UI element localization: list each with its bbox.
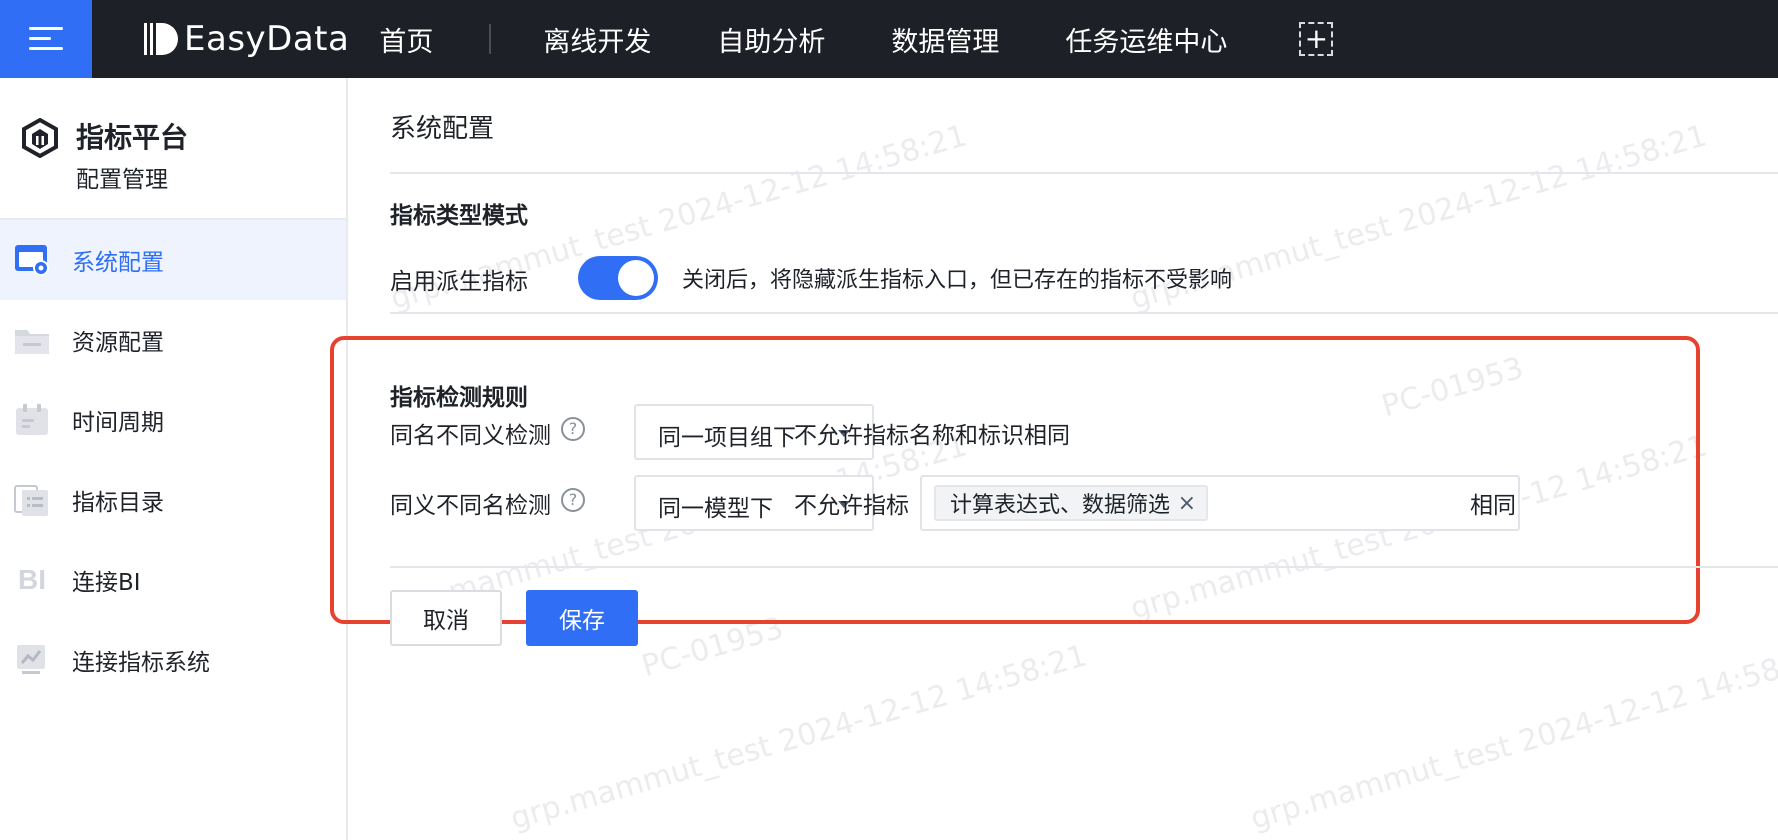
divider [390, 172, 1778, 174]
top-nav-bar: EasyData 首页 离线开发 自助分析 数据管理 任务运维中心 + [0, 0, 1778, 78]
sidebar-subtitle: 配置管理 [76, 167, 168, 193]
nav-divider [489, 24, 492, 54]
selected-tag: 计算表达式、数据筛选 × [934, 485, 1209, 521]
main-nav: 首页 离线开发 自助分析 数据管理 任务运维中心 + [379, 20, 1334, 59]
nav-data-management[interactable]: 数据管理 [891, 20, 999, 59]
help-circle-icon[interactable]: ? [561, 488, 585, 512]
select-value: 同一项目组下 [658, 425, 796, 451]
chart-board-icon [12, 641, 52, 679]
page-title: 系统配置 [390, 114, 495, 144]
easydata-logo-icon [144, 23, 178, 55]
cancel-button[interactable]: 取消 [390, 590, 502, 646]
bi-icon: BI [18, 564, 46, 595]
add-tab-icon[interactable]: + [1299, 22, 1334, 56]
derived-metric-toggle[interactable] [578, 256, 658, 300]
menu-icon [29, 27, 63, 51]
main-content: 系统配置 指标类型模式 启用派生指标 关闭后，将隐藏派生指标入口，但已存在的指标… [330, 78, 1778, 840]
same-meaning-detection-label: 同义不同名检测 [390, 493, 551, 519]
sidebar: 指标平台 配置管理 系统配置 资源配置 时间周期 指标目录 BI 连接BI 连接… [0, 78, 348, 840]
sidebar-item-system-config[interactable]: 系统配置 [0, 220, 346, 300]
section-title-detection-rules: 指标检测规则 [390, 385, 528, 411]
nav-home[interactable]: 首页 [379, 20, 433, 59]
sidebar-header: 指标平台 配置管理 [0, 78, 346, 220]
sidebar-item-label: 连接指标系统 [72, 650, 210, 676]
sidebar-title: 指标平台 [76, 121, 189, 154]
brand-logo[interactable]: EasyData [142, 19, 349, 59]
brand-name: EasyData [184, 19, 350, 59]
folder-icon [12, 321, 52, 359]
sidebar-item-label: 连接BI [72, 570, 141, 596]
calendar-icon [12, 401, 52, 439]
nav-offline-dev[interactable]: 离线开发 [543, 20, 651, 59]
sidebar-item-label: 资源配置 [72, 330, 164, 356]
fields-tag-input[interactable]: 计算表达式、数据筛选 × [920, 475, 1520, 531]
platform-logo-icon [22, 118, 58, 158]
same-name-detection-label: 同名不同义检测 [390, 423, 551, 449]
save-button[interactable]: 保存 [526, 590, 638, 646]
catalog-list-icon [12, 481, 52, 519]
same-name-hint: 不允许指标名称和标识相同 [794, 423, 1070, 449]
close-icon[interactable]: × [1178, 491, 1196, 516]
nav-task-ops[interactable]: 任务运维中心 [1065, 20, 1227, 59]
nav-self-analysis[interactable]: 自助分析 [717, 20, 825, 59]
menu-toggle-button[interactable] [0, 0, 92, 78]
derived-metric-hint: 关闭后，将隐藏派生指标入口，但已存在的指标不受影响 [682, 268, 1233, 293]
divider [390, 566, 1778, 568]
same-meaning-suffix: 相同 [1470, 493, 1516, 519]
sidebar-item-label: 系统配置 [72, 250, 164, 276]
help-circle-icon[interactable]: ? [561, 417, 585, 441]
sidebar-item-metric-catalog[interactable]: 指标目录 [0, 460, 346, 540]
divider [390, 312, 1778, 314]
sidebar-item-resource-config[interactable]: 资源配置 [0, 300, 346, 380]
section-title-type-mode: 指标类型模式 [390, 203, 528, 229]
select-value: 同一模型下 [658, 496, 773, 522]
sidebar-item-label: 指标目录 [72, 490, 164, 516]
settings-window-icon [12, 241, 52, 279]
sidebar-item-connect-bi[interactable]: BI 连接BI [0, 540, 346, 620]
sidebar-item-connect-metric-system[interactable]: 连接指标系统 [0, 620, 346, 700]
toggle-knob [618, 260, 654, 296]
tag-label: 计算表达式、数据筛选 [950, 493, 1171, 518]
sidebar-item-label: 时间周期 [72, 410, 164, 436]
derived-metric-label: 启用派生指标 [390, 269, 528, 295]
sidebar-item-time-period[interactable]: 时间周期 [0, 380, 346, 460]
same-meaning-prefix: 不允许指标 [794, 493, 909, 519]
